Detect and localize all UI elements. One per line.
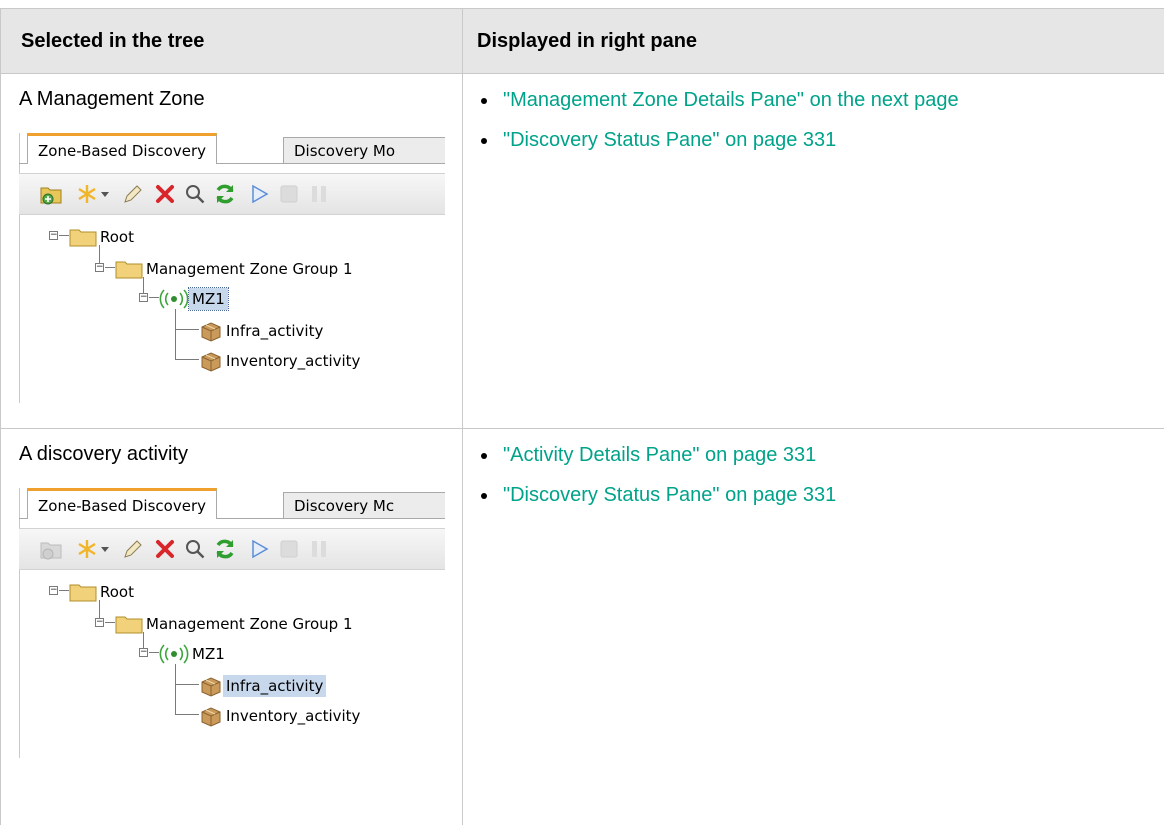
tree-screenshot: Zone-Based Discovery Discovery Mc — [19, 488, 445, 758]
row-cell-selected: A Management Zone Zone-Based Discovery D… — [1, 74, 463, 429]
link-management-zone-details[interactable]: "Management Zone Details Pane" on the ne… — [503, 89, 959, 111]
row-label: A discovery activity — [19, 443, 462, 466]
list-item: "Discovery Status Pane" on page 331 — [503, 130, 1164, 150]
zone-signal-icon — [159, 644, 189, 664]
new-folder-icon[interactable] — [39, 182, 63, 206]
row-cell-selected: A discovery activity Zone-Based Discover… — [1, 429, 463, 825]
tree-node-activity[interactable]: Infra_activity — [199, 674, 326, 696]
tree-node-root[interactable]: Root — [69, 225, 137, 247]
tree-node-root[interactable]: Root — [69, 580, 137, 602]
tab-zone-based-discovery[interactable]: Zone-Based Discovery — [27, 133, 217, 164]
folder-icon — [69, 227, 97, 247]
tab-discovery-modules[interactable]: Discovery Mc — [283, 492, 445, 518]
tab-discovery-modules[interactable]: Discovery Mo — [283, 137, 445, 163]
new-star-icon[interactable] — [75, 537, 99, 561]
tree-node-group[interactable]: Management Zone Group 1 — [115, 257, 356, 279]
link-list: "Activity Details Pane" on page 331 "Dis… — [463, 445, 1164, 505]
folder-icon — [69, 582, 97, 602]
play-icon[interactable] — [247, 182, 271, 206]
edit-pencil-icon[interactable] — [121, 537, 145, 561]
toolbar — [19, 528, 445, 570]
collapse-toggle[interactable]: − — [95, 263, 104, 272]
zone-tree: − Root − Management Zone Group 1 − — [39, 578, 439, 756]
tree-node-activity[interactable]: Inventory_activity — [199, 349, 363, 371]
tree-node-zone[interactable]: MZ1 — [159, 642, 228, 664]
play-icon[interactable] — [247, 537, 271, 561]
new-star-icon[interactable] — [75, 182, 99, 206]
delete-x-icon[interactable] — [153, 537, 177, 561]
zone-tree: − Root − Management Zone Group 1 − — [39, 223, 439, 401]
list-item: "Discovery Status Pane" on page 331 — [503, 485, 1164, 505]
tree-screenshot: Zone-Based Discovery Discovery Mo — [19, 133, 445, 403]
tree-node-zone[interactable]: MZ1 — [159, 287, 228, 309]
activity-box-icon — [199, 705, 223, 727]
new-folder-icon — [39, 537, 63, 561]
stop-icon[interactable] — [277, 182, 301, 206]
row-cell-displayed: "Activity Details Pane" on page 331 "Dis… — [463, 429, 1164, 825]
row-label: A Management Zone — [19, 88, 462, 111]
collapse-toggle[interactable]: − — [139, 648, 148, 657]
edit-pencil-icon[interactable] — [121, 182, 145, 206]
pause-icon[interactable] — [307, 182, 331, 206]
tab-zone-based-discovery[interactable]: Zone-Based Discovery — [27, 488, 217, 519]
table-row: A discovery activity Zone-Based Discover… — [1, 429, 1164, 825]
column-header-displayed: Displayed in right pane — [463, 9, 1164, 74]
zone-signal-icon — [159, 289, 189, 309]
collapse-toggle[interactable]: − — [49, 586, 58, 595]
dropdown-arrow-icon[interactable] — [99, 182, 111, 206]
pause-icon[interactable] — [307, 537, 331, 561]
activity-box-icon — [199, 320, 223, 342]
refresh-icon[interactable] — [213, 182, 237, 206]
stop-icon[interactable] — [277, 537, 301, 561]
folder-icon — [115, 259, 143, 279]
refresh-icon[interactable] — [213, 537, 237, 561]
collapse-toggle[interactable]: − — [95, 618, 104, 627]
link-discovery-status[interactable]: "Discovery Status Pane" on page 331 — [503, 129, 836, 151]
toolbar — [19, 173, 445, 215]
info-table: Selected in the tree Displayed in right … — [0, 8, 1164, 825]
delete-x-icon[interactable] — [153, 182, 177, 206]
table-header-row: Selected in the tree Displayed in right … — [1, 9, 1164, 74]
activity-box-icon — [199, 350, 223, 372]
list-item: "Activity Details Pane" on page 331 — [503, 445, 1164, 465]
search-icon[interactable] — [183, 182, 207, 206]
search-icon[interactable] — [183, 537, 207, 561]
link-activity-details[interactable]: "Activity Details Pane" on page 331 — [503, 444, 816, 466]
dropdown-arrow-icon[interactable] — [99, 537, 111, 561]
folder-icon — [115, 614, 143, 634]
collapse-toggle[interactable]: − — [139, 293, 148, 302]
list-item: "Management Zone Details Pane" on the ne… — [503, 90, 1164, 110]
link-discovery-status[interactable]: "Discovery Status Pane" on page 331 — [503, 484, 836, 506]
tree-node-group[interactable]: Management Zone Group 1 — [115, 612, 356, 634]
table-row: A Management Zone Zone-Based Discovery D… — [1, 74, 1164, 429]
tree-node-activity[interactable]: Inventory_activity — [199, 704, 363, 726]
collapse-toggle[interactable]: − — [49, 231, 58, 240]
activity-box-icon — [199, 675, 223, 697]
row-cell-displayed: "Management Zone Details Pane" on the ne… — [463, 74, 1164, 429]
tree-node-activity[interactable]: Infra_activity — [199, 319, 326, 341]
link-list: "Management Zone Details Pane" on the ne… — [463, 90, 1164, 150]
column-header-selected: Selected in the tree — [1, 9, 463, 74]
